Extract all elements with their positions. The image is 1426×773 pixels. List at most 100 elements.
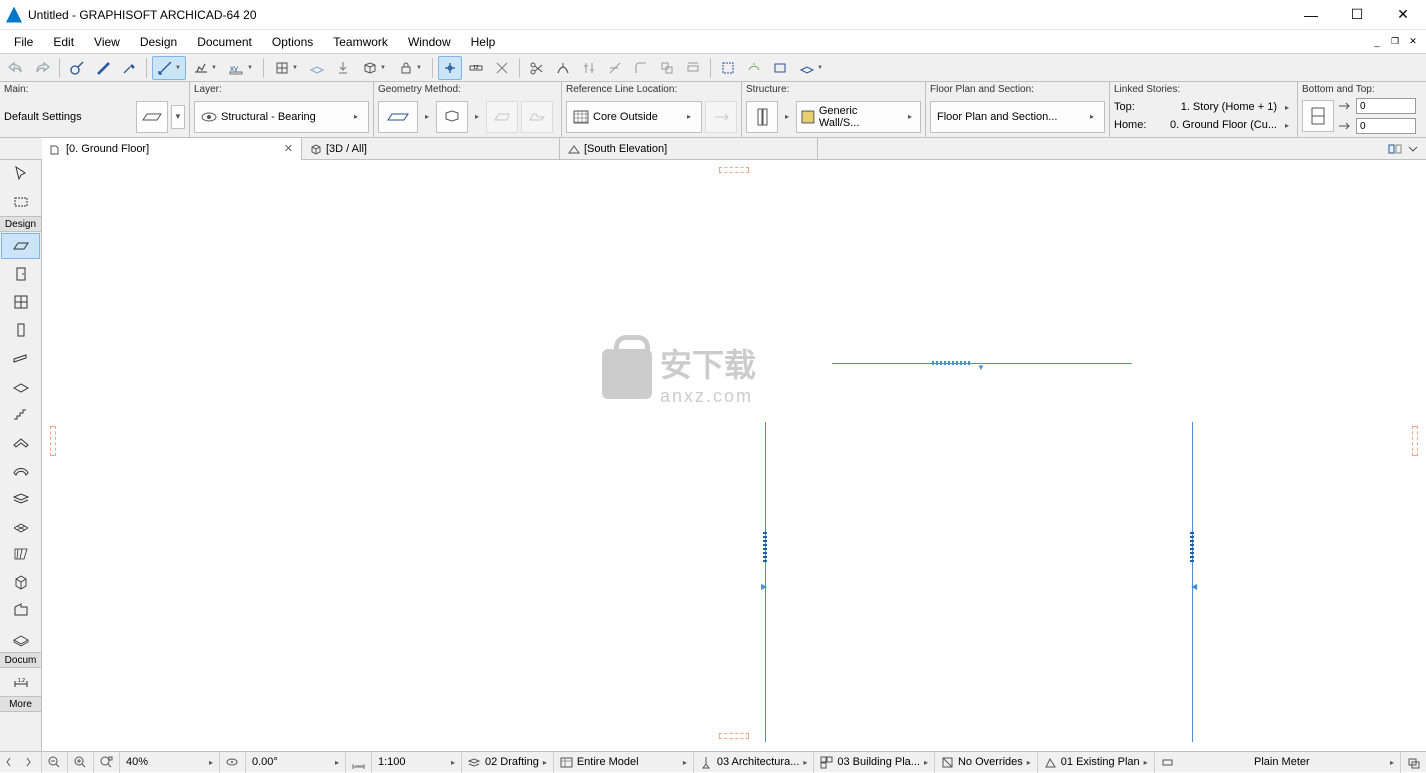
tab-overview-icon[interactable] <box>1388 142 1402 156</box>
sb-zoom-level[interactable]: 40%▸ <box>120 752 220 773</box>
elevation-icon[interactable] <box>1302 100 1334 132</box>
minimize-button[interactable]: — <box>1288 0 1334 30</box>
ruler-button[interactable]: 12 <box>464 56 488 80</box>
menu-design[interactable]: Design <box>130 32 187 52</box>
sb-dim[interactable]: Plain Meter▸ <box>1155 752 1401 773</box>
sb-orbit[interactable] <box>220 752 246 773</box>
redo-button[interactable] <box>30 56 54 80</box>
plane-button[interactable] <box>305 56 329 80</box>
marquee-3d-button[interactable] <box>716 56 740 80</box>
composite-button[interactable]: Generic Wall/S... ▸ <box>796 101 921 133</box>
tab-dropdown-icon[interactable] <box>1406 142 1420 156</box>
beam-tool[interactable] <box>1 345 40 371</box>
canvas[interactable]: 安下载anxz.com ▼ ▶ ◀ <box>42 160 1426 751</box>
grid-button[interactable]: ▼ <box>269 56 303 80</box>
adjust-button[interactable] <box>577 56 601 80</box>
marquee-tool[interactable] <box>1 189 40 215</box>
align-button[interactable] <box>681 56 705 80</box>
close-button[interactable]: ✕ <box>1380 0 1426 30</box>
linked-top-row[interactable]: Top: 1. Story (Home + 1) ▸ <box>1114 98 1293 116</box>
undo-button[interactable] <box>4 56 28 80</box>
wall-tool[interactable] <box>1 233 40 259</box>
shell-tool[interactable] <box>1 457 40 483</box>
pick-button[interactable] <box>65 56 89 80</box>
menu-help[interactable]: Help <box>461 32 506 52</box>
sb-scale-icon[interactable] <box>346 752 372 773</box>
snap-button[interactable] <box>438 56 462 80</box>
split-button[interactable] <box>551 56 575 80</box>
coord-button[interactable]: ▼ <box>188 56 222 80</box>
door-tool[interactable] <box>1 261 40 287</box>
top-offset-input[interactable] <box>1356 98 1416 114</box>
refline-button[interactable]: Core Outside ▸ <box>566 101 702 133</box>
xy-button[interactable]: xy▼ <box>224 56 258 80</box>
toolbox-more-button[interactable]: More <box>0 696 41 712</box>
bottom-offset-input[interactable] <box>1356 118 1416 134</box>
column-tool[interactable] <box>1 317 40 343</box>
layer-button[interactable]: Structural - Bearing ▸ <box>194 101 369 133</box>
tab-3d[interactable]: [3D / All] <box>302 138 560 160</box>
trim-button[interactable] <box>525 56 549 80</box>
sb-zoom-in[interactable] <box>68 752 94 773</box>
geometry-curved[interactable] <box>436 101 468 133</box>
edit-button[interactable] <box>742 56 766 80</box>
zone-tool[interactable] <box>1 597 40 623</box>
sb-displayopt[interactable]: Entire Model▸ <box>554 752 694 773</box>
menu-document[interactable]: Document <box>187 32 262 52</box>
gravity-button[interactable] <box>331 56 355 80</box>
lock-button[interactable]: ▼ <box>393 56 427 80</box>
menu-view[interactable]: View <box>84 32 130 52</box>
object-tool[interactable] <box>1 569 40 595</box>
dimension-tool[interactable]: 1.2 <box>1 669 40 695</box>
sb-mvopt[interactable]: 03 Building Pla...▸ <box>814 752 935 773</box>
slab-tool[interactable] <box>1 373 40 399</box>
sb-layercombo[interactable]: 02 Drafting▸ <box>462 752 554 773</box>
skylight-tool[interactable] <box>1 485 40 511</box>
sb-angle[interactable]: 0.00°▸ <box>246 752 346 773</box>
menu-window[interactable]: Window <box>398 32 461 52</box>
3d-button[interactable]: ▼ <box>357 56 391 80</box>
mdi-minimize[interactable]: _ <box>1368 34 1386 50</box>
default-settings-label[interactable]: Default Settings <box>4 111 133 123</box>
structure-basic[interactable] <box>746 101 778 133</box>
morph-tool[interactable] <box>1 625 40 651</box>
resize-button[interactable] <box>655 56 679 80</box>
3d-filter-button[interactable]: ▼ <box>794 56 828 80</box>
tab-elevation[interactable]: [South Elevation] <box>560 138 818 160</box>
menu-options[interactable]: Options <box>262 32 323 52</box>
sb-nav[interactable] <box>0 752 42 773</box>
fillet-button[interactable] <box>629 56 653 80</box>
arrow-tool[interactable] <box>1 161 40 187</box>
tab-ground-floor[interactable]: [0. Ground Floor] ✕ <box>42 138 302 160</box>
wall-icon-button[interactable] <box>136 101 168 133</box>
window-tool[interactable] <box>1 289 40 315</box>
geometry-straight[interactable] <box>378 101 418 133</box>
mdi-restore[interactable]: ❐ <box>1386 34 1404 50</box>
maximize-button[interactable]: ☐ <box>1334 0 1380 30</box>
sb-scale[interactable]: 1:100▸ <box>372 752 462 773</box>
mdi-close[interactable]: ✕ <box>1404 34 1422 50</box>
sb-renov[interactable]: 01 Existing Plan▸ <box>1038 752 1155 773</box>
roof-tool[interactable] <box>1 429 40 455</box>
mesh-tool[interactable] <box>1 513 40 539</box>
sb-penset[interactable]: 03 Architectura...▸ <box>694 752 815 773</box>
floorplan-button[interactable]: Floor Plan and Section... ▸ <box>930 101 1105 133</box>
sb-zoom-out[interactable] <box>42 752 68 773</box>
eyedropper-button[interactable] <box>117 56 141 80</box>
menu-edit[interactable]: Edit <box>43 32 84 52</box>
menu-file[interactable]: File <box>4 32 43 52</box>
measure-button[interactable]: ▼ <box>152 56 186 80</box>
linked-home-row[interactable]: Home: 0. Ground Floor (Cu... ▸ <box>1114 116 1293 134</box>
intersect-button[interactable] <box>603 56 627 80</box>
snap-off-button[interactable] <box>490 56 514 80</box>
sb-overrides[interactable]: No Overrides▸ <box>935 752 1038 773</box>
stair-tool[interactable] <box>1 401 40 427</box>
curtain-tool[interactable] <box>1 541 40 567</box>
tab-close-icon[interactable]: ✕ <box>284 142 293 155</box>
menu-teamwork[interactable]: Teamwork <box>323 32 398 52</box>
sb-fit[interactable] <box>94 752 120 773</box>
main-dropdown[interactable]: ▼ <box>171 105 185 129</box>
sb-window-icon[interactable] <box>1401 752 1426 773</box>
inject-button[interactable] <box>91 56 115 80</box>
show-button[interactable] <box>768 56 792 80</box>
